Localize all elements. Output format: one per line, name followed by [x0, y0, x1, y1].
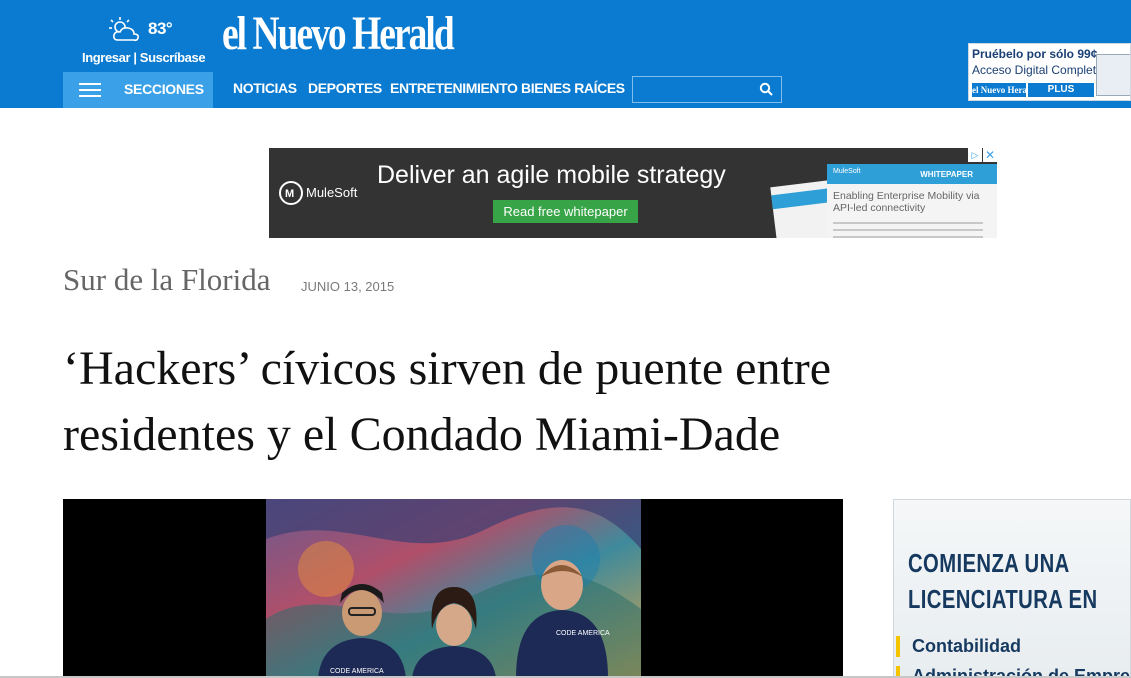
whitepaper-text: Enabling Enterprise Mobility via API-led…: [833, 190, 980, 214]
ad-brand: MuleSoft: [306, 185, 358, 200]
promo-plus: PLUS: [1028, 83, 1094, 97]
search-icon[interactable]: [759, 82, 773, 96]
whitepaper-lines: [833, 222, 983, 238]
ad-headline: Deliver an agile mobile strategy: [377, 161, 726, 189]
mural-photo-image: CODE AMERICA CODE AMERICA: [266, 499, 641, 678]
side-ad-item: Contabilidad: [896, 636, 1021, 657]
nav-entretenimiento[interactable]: ENTRETENIMIENTO: [390, 80, 518, 96]
whitepaper-label: WHITEPAPER: [920, 170, 973, 179]
article-date: JUNIO 13, 2015: [301, 279, 395, 294]
promo-logo: el Nuevo Herald: [972, 83, 1026, 97]
nav-bienes-raices[interactable]: BIENES RAÍCES: [521, 80, 625, 96]
mulesoft-logo-icon: M: [279, 181, 303, 205]
article-media[interactable]: CODE AMERICA CODE AMERICA: [63, 499, 843, 678]
sections-label: SECCIONES: [124, 81, 204, 97]
whitepaper-image: MuleSoft WHITEPAPER Enabling Enterprise …: [827, 164, 997, 238]
leaderboard-ad[interactable]: M MuleSoft Deliver an agile mobile strat…: [269, 148, 997, 238]
ad-cta-button[interactable]: Read free whitepaper: [493, 200, 638, 223]
weather-widget[interactable]: 83°: [108, 16, 178, 46]
temperature: 83°: [148, 19, 173, 38]
sections-menu-button[interactable]: SECCIONES: [63, 72, 213, 108]
article-headline: ‘Hackers’ cívicos sirven de puente entre…: [63, 342, 832, 461]
subscribe-link[interactable]: Suscríbase: [140, 50, 206, 65]
side-ad-line1: COMIENZA UNA: [908, 548, 1070, 578]
site-logo[interactable]: el Nuevo Herald: [222, 6, 455, 61]
photo-badge: CODE AMERICA: [330, 668, 384, 675]
search-box: [632, 76, 782, 103]
promo-price: Pruébelo por sólo 99¢: [972, 47, 1098, 61]
article-photo: CODE AMERICA CODE AMERICA: [266, 499, 641, 678]
nav-deportes[interactable]: DEPORTES: [308, 80, 382, 96]
hamburger-icon: [79, 83, 101, 97]
nav-noticias[interactable]: NOTICIAS: [233, 80, 297, 96]
photo-badge: CODE AMERICA: [556, 630, 610, 637]
auth-separator: |: [133, 50, 137, 65]
device-icon: [1096, 54, 1130, 96]
adchoices-icon[interactable]: ▷: [968, 148, 982, 162]
site-header: 83° Ingresar | Suscríbase el Nuevo Heral…: [0, 0, 1131, 108]
promo-access: Acceso Digital Completo: [972, 63, 1103, 77]
whitepaper-brand: MuleSoft: [833, 168, 861, 175]
side-ad-line2: LICENCIATURA EN: [908, 584, 1098, 614]
article-section-link[interactable]: Sur de la Florida: [63, 262, 271, 298]
login-link[interactable]: Ingresar: [82, 50, 131, 65]
sidebar-ad[interactable]: COMIENZA UNA LICENCIATURA EN Contabilida…: [893, 499, 1131, 678]
subscription-promo[interactable]: Pruébelo por sólo 99¢ Acceso Digital Com…: [968, 43, 1131, 101]
ad-close-icon[interactable]: ✕: [983, 148, 997, 162]
partly-cloudy-icon: [109, 17, 139, 42]
search-input[interactable]: [633, 77, 763, 102]
auth-links: Ingresar | Suscríbase: [82, 50, 206, 65]
